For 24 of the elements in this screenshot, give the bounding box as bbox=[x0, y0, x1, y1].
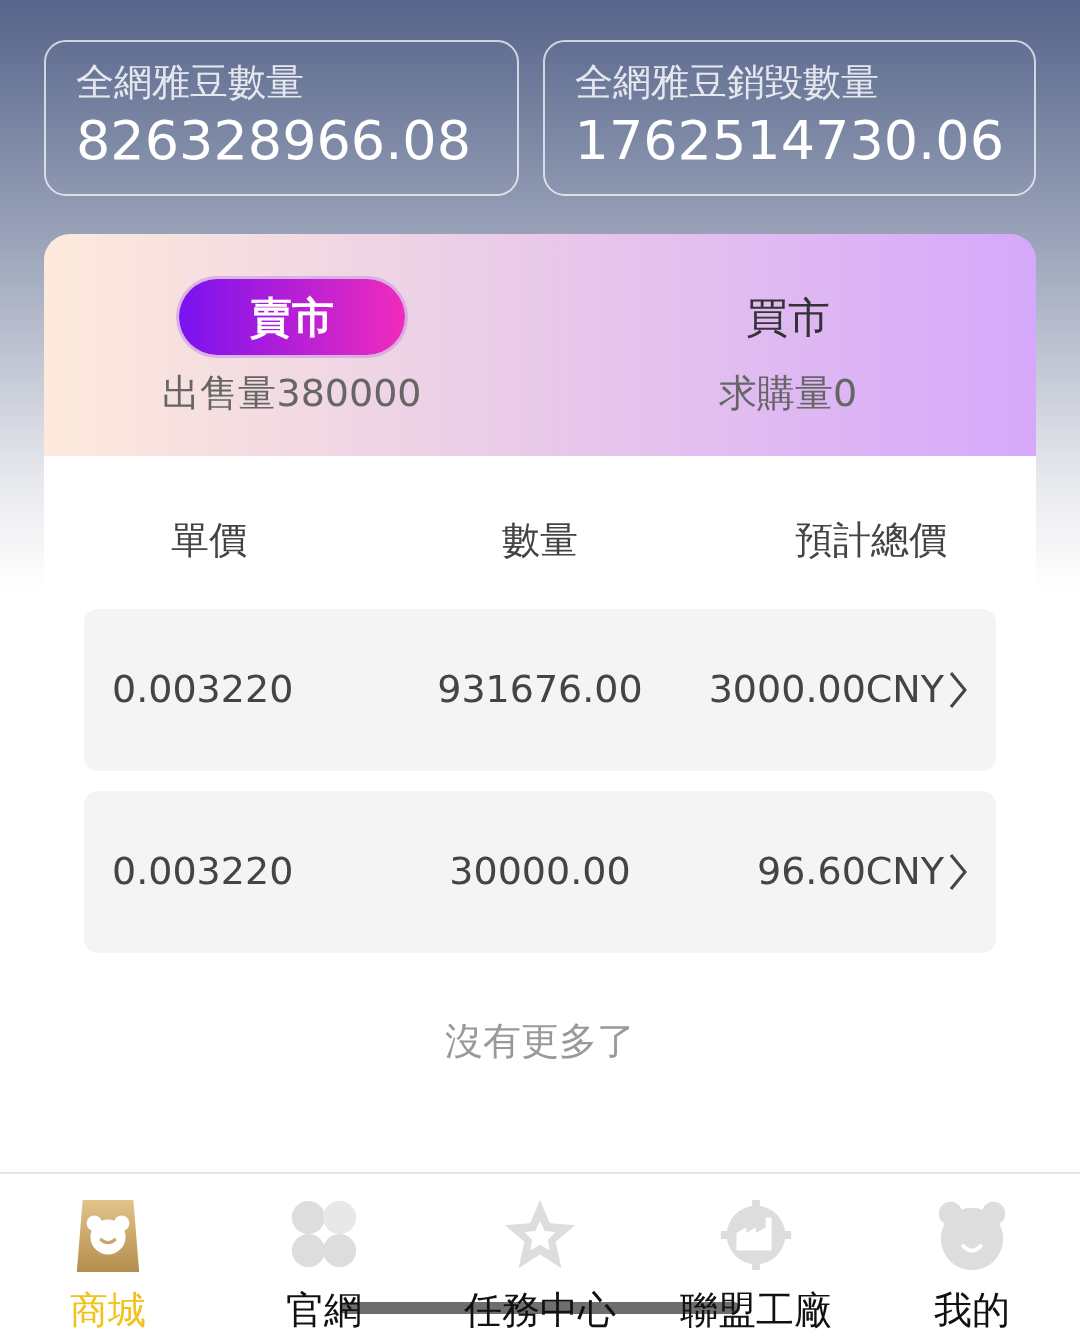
market-tab[interactable]: 買市 bbox=[675, 278, 901, 355]
stat-value: 1762514730.06 bbox=[574, 107, 1004, 174]
nav-tab[interactable]: 官網 bbox=[216, 1174, 432, 1340]
column-header: 數量 bbox=[502, 517, 578, 562]
table-cell: 30000.00 bbox=[449, 849, 631, 894]
column-header: 預計總價 bbox=[794, 517, 947, 562]
table-cell: 931676.00 bbox=[437, 667, 643, 712]
market-volume-text: 求購量0 bbox=[718, 369, 858, 417]
stat-label: 全網雅豆銷毀數量 bbox=[574, 60, 880, 106]
table-cell-text: 3000.00CNY bbox=[708, 666, 944, 714]
order-row[interactable]: 0.003220 931676.00 3000.00CNY bbox=[84, 608, 996, 771]
chevron-right-icon bbox=[948, 852, 968, 891]
order-row[interactable]: 0.003220 30000.00 96.60CNY bbox=[84, 790, 996, 953]
column-header: 單價 bbox=[171, 517, 248, 562]
end-of-list-text: 沒有更多了 bbox=[444, 1017, 636, 1065]
stat-value: 826328966.08 bbox=[76, 107, 473, 174]
table-cell-text: 96.60CNY bbox=[757, 848, 944, 896]
stat-label: 全網雅豆數量 bbox=[76, 60, 305, 106]
market-tab[interactable]: 賣市 bbox=[179, 278, 405, 355]
market-volume-text: 出售量380000 bbox=[162, 369, 422, 417]
table-cell: 0.003220 bbox=[112, 849, 294, 894]
table-cell: 0.003220 bbox=[112, 667, 294, 712]
chevron-right-icon bbox=[948, 670, 968, 709]
nav-tab[interactable]: 我的 bbox=[864, 1174, 1080, 1340]
